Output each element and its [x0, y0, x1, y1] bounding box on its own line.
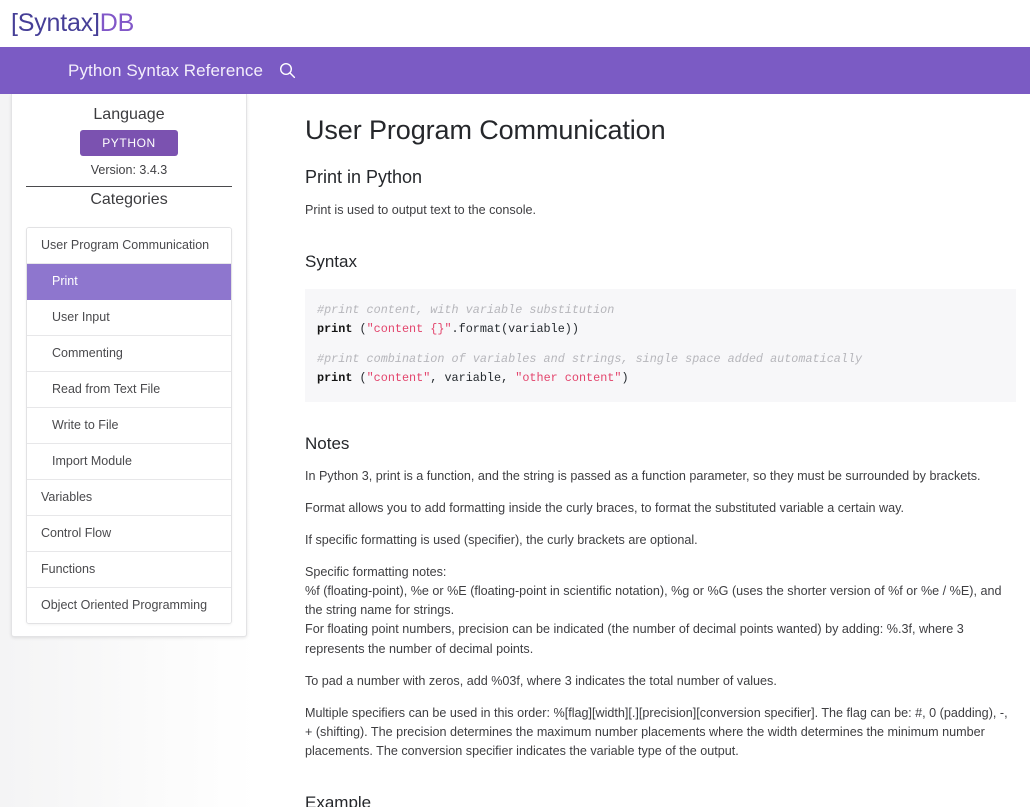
syntax-heading: Syntax: [305, 252, 357, 272]
category-list: User Program Communication Print User In…: [26, 227, 232, 624]
note-paragraph: In Python 3, print is a function, and th…: [305, 468, 981, 483]
sidebar-item-import-module[interactable]: Import Module: [27, 444, 231, 480]
language-heading: Language: [93, 106, 165, 123]
logo-part-syntax: [Syntax]: [11, 9, 100, 37]
note-paragraph: Multiple specifiers can be used in this …: [305, 705, 1008, 759]
note-paragraph: Specific formatting notes:: [305, 565, 447, 579]
language-badge-row: PYTHON: [12, 128, 246, 156]
site-logo[interactable]: [Syntax]DB: [11, 11, 134, 36]
language-badge-python[interactable]: PYTHON: [80, 130, 178, 156]
code-comment: #print content, with variable substituti…: [317, 303, 615, 318]
sidebar-card: Language PYTHON Version: 3.4.3 Categorie…: [11, 94, 247, 637]
syntax-code-block: #print content, with variable substituti…: [305, 289, 1016, 402]
notes-heading: Notes: [305, 433, 350, 453]
code-line: print ("content", variable, "other conte…: [317, 369, 1004, 388]
code-token-pln: (: [359, 371, 367, 386]
main-content: User Program Communication Print in Pyth…: [258, 94, 1030, 807]
code-line: #print content, with variable substituti…: [317, 301, 1004, 320]
sidebar: Language PYTHON Version: 3.4.3 Categorie…: [0, 94, 258, 807]
brand-bar: [Syntax]DB: [0, 0, 1030, 47]
code-token-pln: ): [621, 371, 629, 386]
categories-heading: Categories: [90, 191, 168, 208]
search-icon[interactable]: [277, 61, 297, 81]
sidebar-item-print[interactable]: Print: [27, 264, 231, 300]
example-heading: Example: [305, 793, 372, 807]
note-paragraph: %f (floating-point), %e or %E (floating-…: [305, 584, 1002, 618]
sidebar-item-variables[interactable]: Variables: [27, 480, 231, 516]
sidebar-item-write-to-file[interactable]: Write to File: [27, 408, 231, 444]
code-token-pln: , variable,: [430, 371, 516, 386]
nav-title[interactable]: Python Syntax Reference: [68, 61, 263, 81]
note-paragraph: Format allows you to add formatting insi…: [305, 500, 904, 515]
code-token-str: "content": [366, 371, 431, 386]
topic-intro-text: Print is used to output text to the cons…: [305, 203, 537, 217]
logo-part-db: DB: [99, 9, 135, 37]
code-line: #print combination of variables and stri…: [317, 350, 1004, 369]
sidebar-item-object-oriented-programming[interactable]: Object Oriented Programming: [27, 588, 231, 623]
sidebar-item-commenting[interactable]: Commenting: [27, 336, 231, 372]
page-title: User Program Communication: [305, 115, 666, 145]
code-token-str: "other content": [515, 371, 622, 386]
sidebar-item-read-from-text-file[interactable]: Read from Text File: [27, 372, 231, 408]
version-label: Version: 3.4.3: [90, 163, 168, 177]
sidebar-item-functions[interactable]: Functions: [27, 552, 231, 588]
note-paragraph: For floating point numbers, precision ca…: [305, 622, 964, 656]
code-token-pln: .format(variable)): [451, 322, 579, 337]
code-token-kw: print: [317, 371, 360, 386]
note-paragraph: To pad a number with zeros, add %03f, wh…: [305, 673, 777, 688]
code-line: print ("content {}".format(variable)): [317, 320, 1004, 339]
code-token-str: "content {}": [366, 322, 452, 337]
sidebar-item-user-input[interactable]: User Input: [27, 300, 231, 336]
note-paragraph: If specific formatting is used (specifie…: [305, 532, 698, 547]
sidebar-item-control-flow[interactable]: Control Flow: [27, 516, 231, 552]
sidebar-item-user-program-communication[interactable]: User Program Communication: [27, 228, 231, 264]
code-token-kw: print: [317, 322, 360, 337]
top-navigation-bar: Python Syntax Reference: [0, 47, 1030, 94]
code-token-pln: (: [359, 322, 367, 337]
topic-heading: Print in Python: [305, 167, 423, 187]
page-body: Language PYTHON Version: 3.4.3 Categorie…: [0, 94, 1030, 807]
code-comment: #print combination of variables and stri…: [317, 352, 863, 367]
